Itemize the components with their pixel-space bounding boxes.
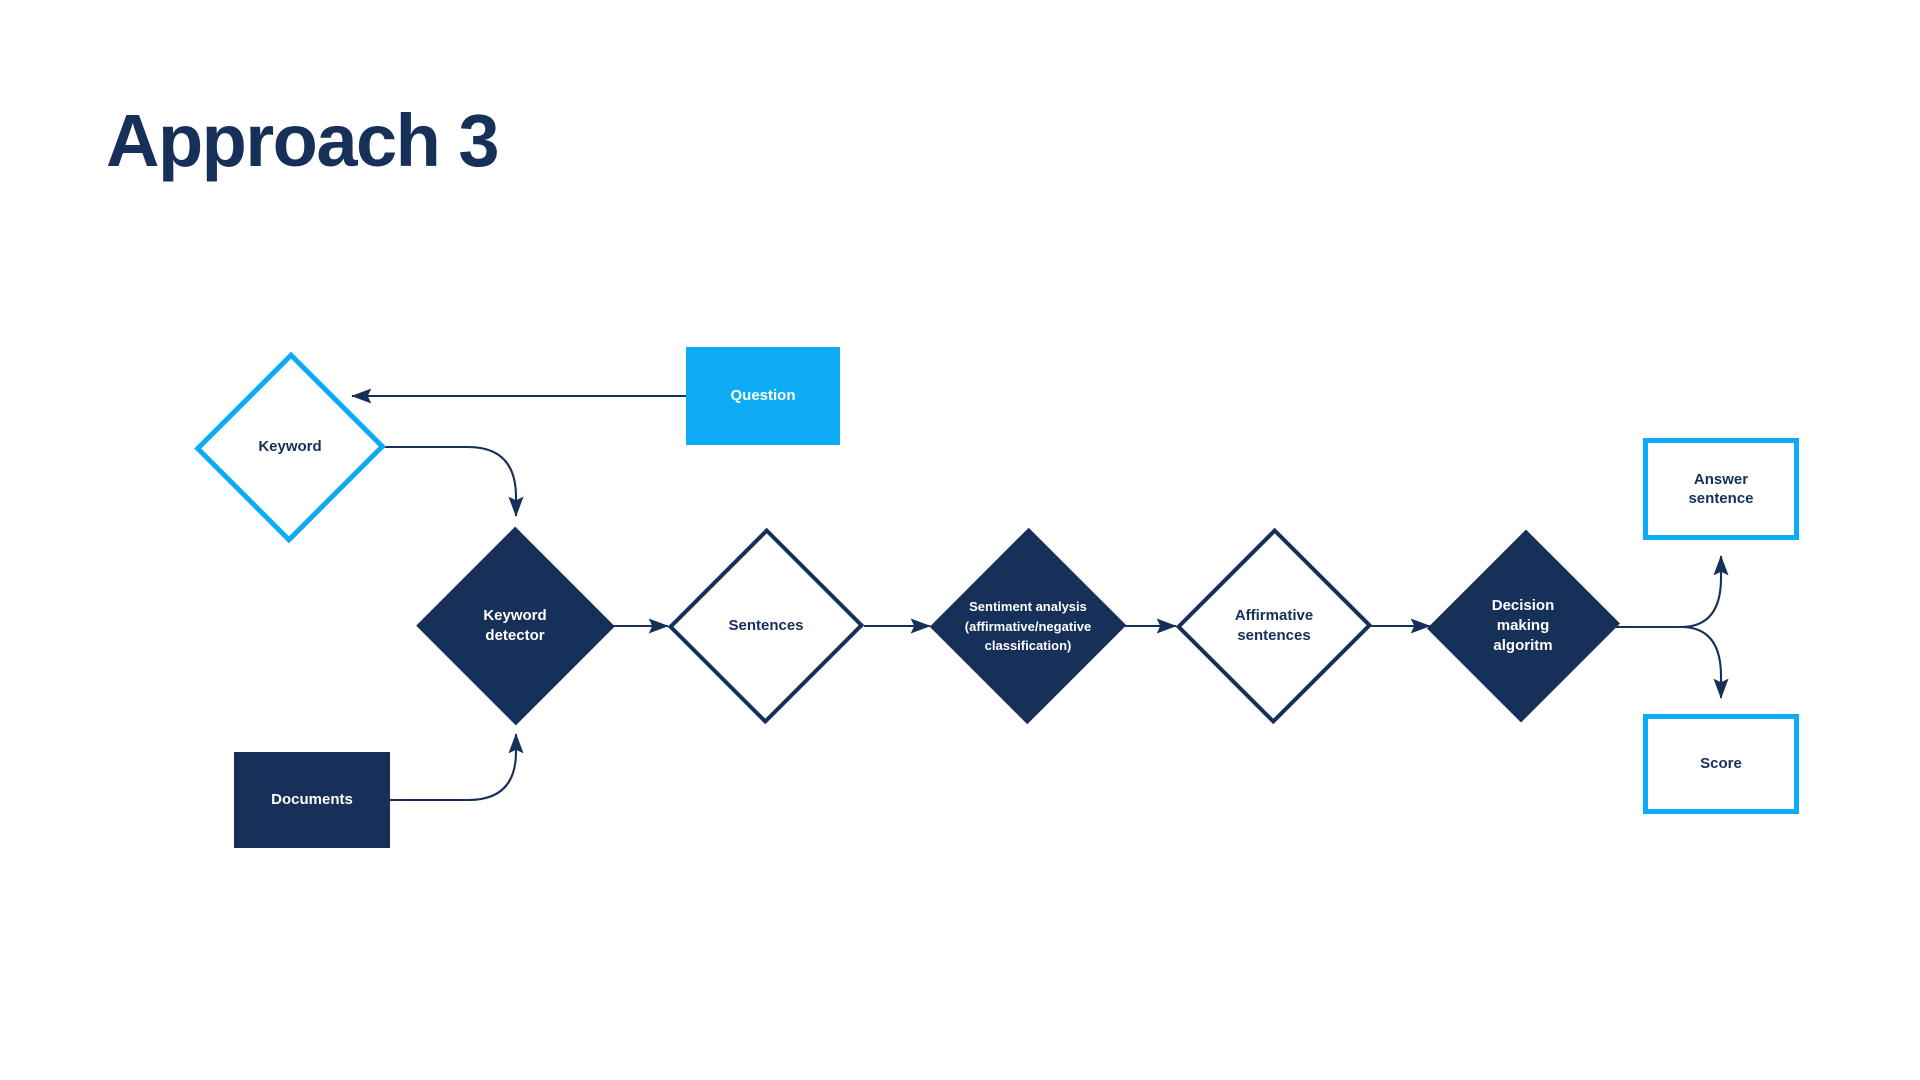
node-decision-making-algoritm[interactable]: Decision making algoritm [1426,527,1620,725]
slide-canvas: Approach 3 Keyword Question Keyword dete… [0,0,1920,1080]
node-keyword-label: Keyword [258,437,322,455]
node-documents[interactable]: Documents [234,752,390,848]
node-answer-sentence[interactable]: Answer sentence [1643,438,1799,540]
node-affirmative-sentences-label: Affirmative sentences [1234,606,1314,644]
node-sentences-label: Sentences [728,616,804,634]
node-answer-sentence-label: Answer sentence [1688,470,1754,508]
node-score-label: Score [1700,755,1742,773]
node-score[interactable]: Score [1643,714,1799,814]
node-documents-label: Documents [271,791,353,809]
node-keyword[interactable]: Keyword [194,350,386,544]
node-affirmative-sentences[interactable]: Affirmative sentences [1175,527,1373,725]
node-sentences[interactable]: Sentences [667,527,865,725]
node-sentiment-analysis-label: Sentiment analysis (affirmative/negative… [964,598,1092,653]
node-decision-making-algoritm-label: Decision making algoritm [1491,596,1555,655]
node-question-label: Question [730,387,796,405]
node-question[interactable]: Question [686,347,840,445]
node-keyword-detector[interactable]: Keyword detector [415,526,615,726]
node-keyword-detector-label: Keyword detector [483,606,547,644]
shape-layer: Keyword Question Keyword detector Docume… [0,0,1920,1080]
node-sentiment-analysis[interactable]: Sentiment analysis (affirmative/negative… [929,527,1127,725]
